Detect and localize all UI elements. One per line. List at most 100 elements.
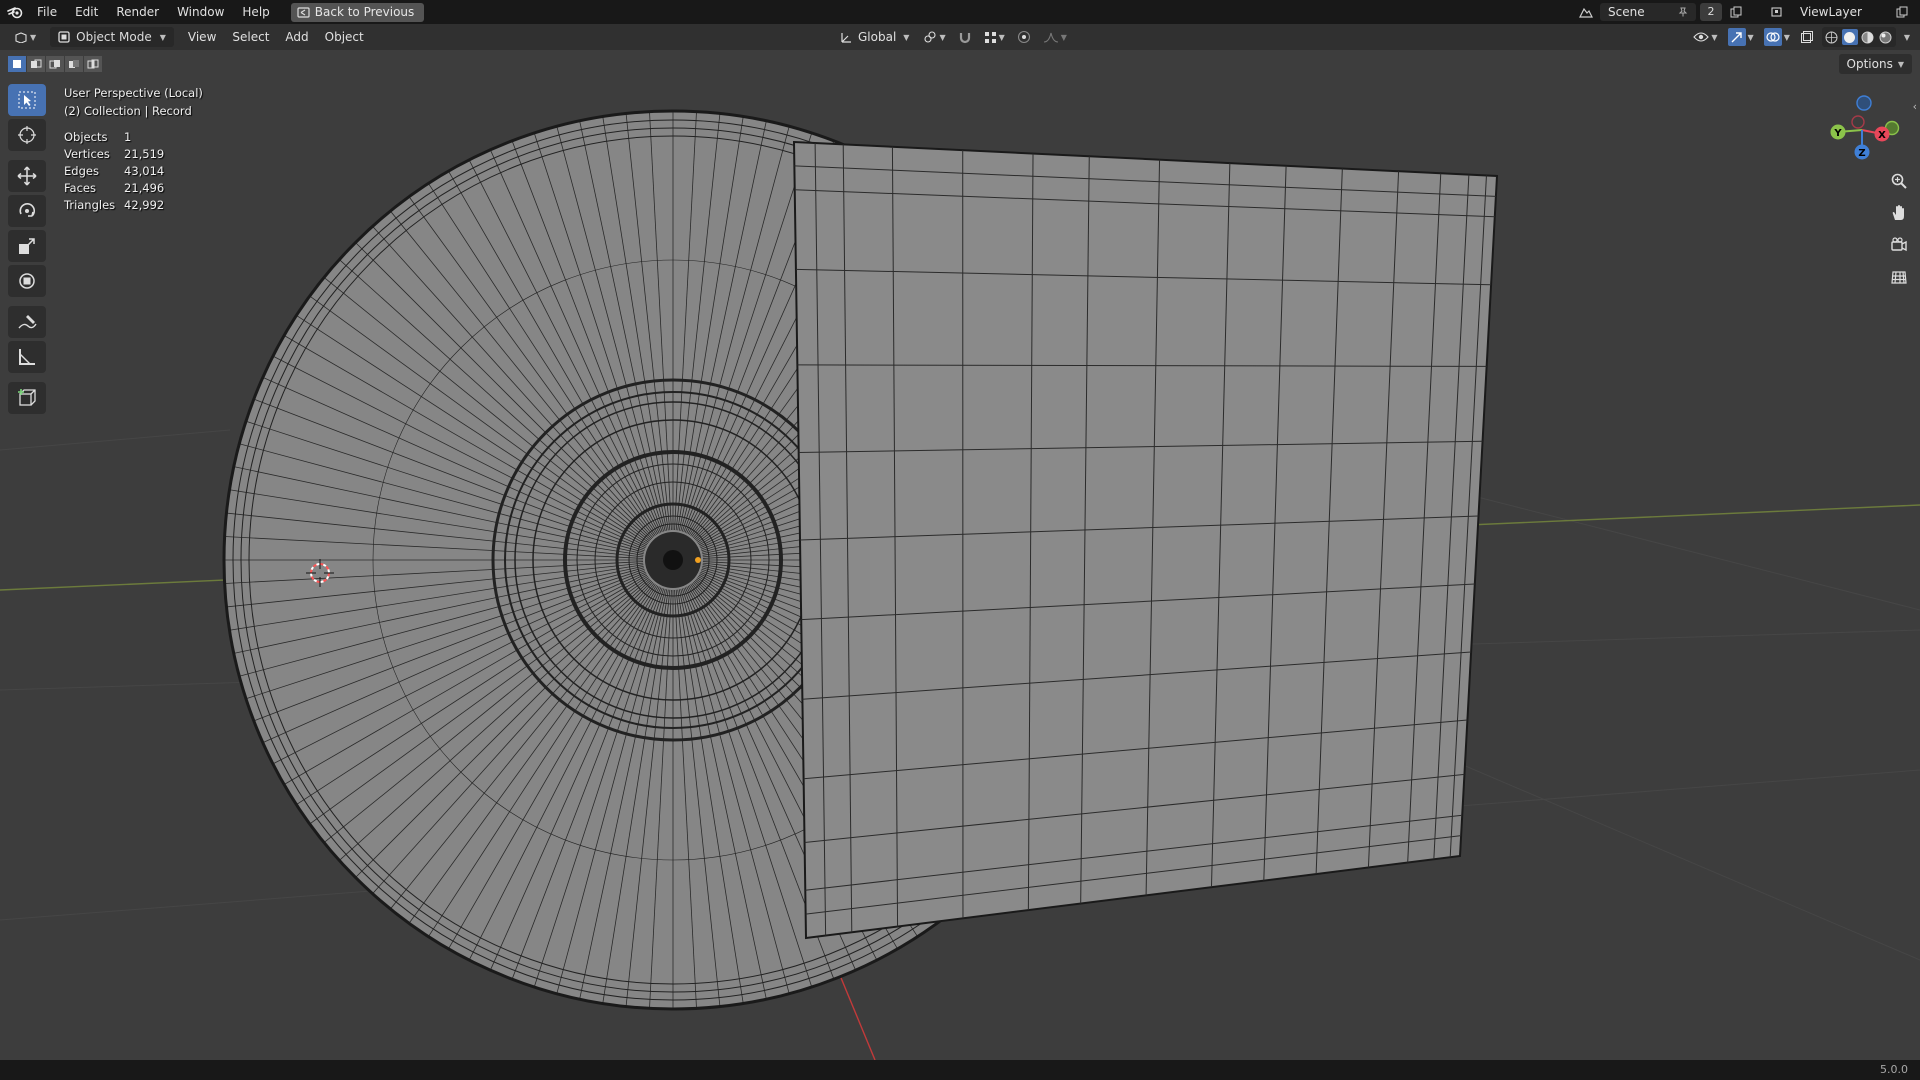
chevron-down-icon: ▼ [1897, 59, 1904, 69]
gizmo-neg-z-icon[interactable] [1856, 95, 1872, 111]
proportional-falloff-dropdown[interactable]: ▼ [1041, 27, 1069, 47]
stat-row: Objects 1 [64, 129, 203, 146]
pencil-icon [18, 315, 37, 329]
overlays-icon [1763, 28, 1782, 46]
rotate-tool[interactable] [8, 195, 46, 227]
object-mode-dropdown[interactable]: Object Mode ▼ [50, 27, 174, 47]
visibility-dropdown[interactable]: ▼ [1691, 27, 1719, 47]
transform-orientation-dropdown[interactable]: Global ▼ [836, 27, 913, 47]
select-box-tool[interactable] [8, 84, 46, 116]
annotate-tool[interactable] [8, 306, 46, 338]
stat-label: Objects [64, 130, 108, 144]
zoom-icon[interactable] [1886, 168, 1912, 194]
object-mode-icon [58, 31, 70, 43]
stat-value: 1 [124, 130, 132, 144]
wireframe-shading-icon[interactable] [1824, 29, 1840, 45]
gizmo-toggle[interactable]: ▼ [1726, 27, 1756, 47]
scene-users-count: 2 [1700, 3, 1722, 21]
orthographic-grid-icon[interactable] [1886, 264, 1912, 290]
3d-viewport[interactable]: User Perspective (Local) (2) Collection … [0, 50, 1920, 1060]
menu-render[interactable]: Render [107, 0, 168, 24]
select-intersect-icon[interactable] [84, 56, 102, 72]
xray-icon [1800, 31, 1813, 43]
pan-hand-icon[interactable] [1886, 200, 1912, 226]
select-mode-buttons [8, 56, 102, 72]
select-extend-icon[interactable] [27, 56, 45, 72]
gizmo-z-icon[interactable]: Z [1854, 144, 1870, 160]
viewport-navigation-buttons [1886, 168, 1912, 290]
gizmo-x-icon[interactable]: X [1874, 126, 1890, 142]
solid-shading-icon[interactable] [1841, 29, 1858, 45]
stat-value: 21,496 [124, 181, 165, 195]
add-cube-icon [18, 389, 36, 406]
active-collection-label: (2) Collection | Record [64, 104, 192, 118]
cursor-tool[interactable] [8, 119, 46, 151]
scale-tool[interactable] [8, 230, 46, 262]
snap-toggle[interactable] [956, 27, 974, 47]
viewport-scene[interactable] [0, 50, 1920, 1060]
orientation-axes-icon [841, 32, 851, 43]
stat-value: 42,992 [124, 198, 165, 212]
top-menu-bar: File Edit Render Window Help Back to Pre… [0, 0, 1920, 24]
chevron-down-icon: ▼ [939, 32, 946, 42]
camera-view-icon[interactable] [1886, 232, 1912, 258]
svg-text:Y: Y [1833, 128, 1842, 139]
view-perspective-label: User Perspective (Local) [64, 86, 203, 100]
ruler-icon [19, 349, 35, 365]
view-layer-icon[interactable] [1768, 3, 1788, 21]
select-subtract-icon[interactable] [46, 56, 64, 72]
options-label: Options [1846, 57, 1893, 71]
gizmo-neg-x-icon[interactable] [1851, 115, 1865, 129]
back-to-previous-button[interactable]: Back to Previous [290, 2, 425, 22]
menu-select[interactable]: Select [224, 27, 277, 47]
chevron-down-icon: ▼ [159, 32, 166, 42]
proportional-editing-toggle[interactable] [1015, 27, 1033, 47]
scene-icon[interactable] [1576, 3, 1596, 21]
select-new-icon[interactable] [8, 56, 26, 72]
menu-add[interactable]: Add [277, 27, 316, 47]
transform-tool[interactable] [8, 265, 46, 297]
chevron-down-icon: ▼ [1711, 32, 1718, 42]
status-bar: 5.0.0 [0, 1060, 1920, 1080]
navigation-gizmo[interactable]: X Y Z [1822, 80, 1902, 160]
blender-logo-icon[interactable] [2, 0, 28, 24]
scene-name-field[interactable]: Scene [1600, 3, 1696, 21]
record-sleeve-mesh[interactable] [792, 140, 1499, 940]
new-scene-icon[interactable] [1726, 3, 1746, 21]
shading-options-chevron-icon[interactable]: ▼ [1904, 33, 1910, 42]
rendered-shading-icon[interactable] [1878, 29, 1894, 45]
menu-view[interactable]: View [180, 27, 224, 47]
falloff-curve-icon [1043, 32, 1058, 43]
options-dropdown[interactable]: Options ▼ [1838, 54, 1912, 74]
select-invert-icon[interactable] [65, 56, 83, 72]
menu-object[interactable]: Object [317, 27, 372, 47]
chevron-down-icon: ▼ [30, 32, 37, 42]
stat-row: Faces 21,496 [64, 180, 203, 197]
stat-label: Triangles [64, 198, 116, 212]
menu-edit[interactable]: Edit [66, 0, 107, 24]
menu-file[interactable]: File [28, 0, 66, 24]
scale-icon [19, 238, 35, 254]
pivot-point-dropdown[interactable]: ▼ [921, 27, 947, 47]
new-view-layer-icon[interactable] [1892, 3, 1912, 21]
stat-label: Faces [64, 181, 96, 195]
menu-window[interactable]: Window [168, 0, 233, 24]
eye-icon [1693, 32, 1710, 42]
move-tool[interactable] [8, 160, 46, 192]
crosshair-icon [18, 126, 36, 144]
gizmo-y-icon[interactable]: Y [1830, 124, 1846, 140]
measure-tool[interactable] [8, 341, 46, 373]
overlays-toggle[interactable]: ▼ [1762, 27, 1792, 47]
viewport-display-controls: ▼ ▼ ▼ ▼ [1691, 27, 1910, 47]
view-layer-field[interactable]: ViewLayer [1792, 3, 1888, 21]
snap-target-dropdown[interactable]: ▼ [982, 27, 1007, 47]
editor-type-dropdown[interactable]: ▼ [0, 27, 44, 47]
gizmo-icon [1727, 28, 1746, 46]
material-shading-icon[interactable] [1860, 29, 1876, 45]
sidebar-toggle-chevron-icon[interactable]: ‹ [1913, 100, 1917, 113]
add-cube-tool[interactable] [8, 382, 46, 414]
move-arrows-icon [17, 166, 37, 186]
pin-icon[interactable] [1678, 7, 1688, 17]
xray-toggle[interactable] [1798, 27, 1816, 47]
menu-help[interactable]: Help [233, 0, 278, 24]
